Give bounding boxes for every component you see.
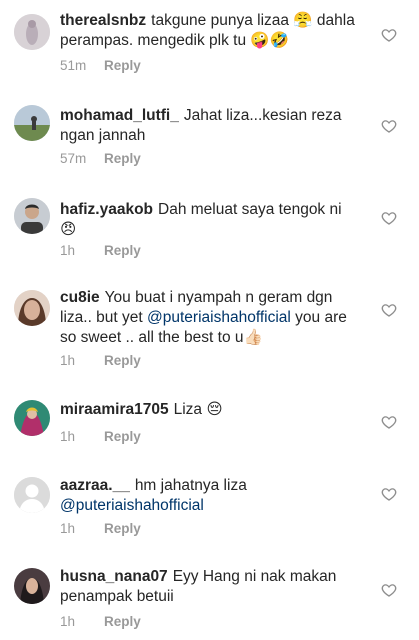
comment-time: 51m [60, 58, 87, 73]
comment-username[interactable]: mohamad_lutfi_ [60, 107, 179, 124]
comment-meta: 57m Reply [60, 151, 141, 166]
comment-time: 1h [60, 243, 76, 258]
comment-username[interactable]: husna_nana07 [60, 568, 168, 585]
like-heart-icon[interactable] [381, 582, 397, 598]
avatar-image [14, 400, 50, 436]
avatar-image [14, 14, 50, 50]
avatar-image [14, 568, 50, 604]
comment-meta: 1h Reply [60, 353, 141, 368]
comment-text-part: hm jahatnya liza [134, 477, 247, 494]
avatar[interactable] [14, 568, 50, 604]
reply-button[interactable]: Reply [104, 521, 141, 536]
like-heart-icon[interactable] [381, 414, 397, 430]
reply-button[interactable]: Reply [104, 151, 141, 166]
comment-time: 1h [60, 353, 76, 368]
mention-link[interactable]: @puteriaishahofficial [147, 309, 291, 326]
reply-button[interactable]: Reply [104, 429, 141, 444]
comment-meta: 1h Reply [60, 521, 141, 536]
comment-body: cu8ie You buat i nyampah n geram dgn liza… [60, 288, 360, 348]
avatar[interactable] [14, 477, 50, 513]
reply-button[interactable]: Reply [104, 353, 141, 368]
comment-meta: 1h Reply [60, 243, 141, 258]
reply-button[interactable]: Reply [104, 614, 141, 629]
avatar[interactable] [14, 400, 50, 436]
comment-meta: 1h Reply [60, 429, 141, 444]
like-heart-icon[interactable] [381, 486, 397, 502]
avatar-image [14, 105, 50, 141]
avatar-image [14, 198, 50, 234]
avatar-image [14, 290, 50, 326]
avatar[interactable] [14, 14, 50, 50]
comment-text: Liza 😔 [173, 401, 223, 418]
comment-time: 1h [60, 614, 76, 629]
comment-username[interactable]: miraamira1705 [60, 401, 169, 418]
comment-body: mohamad_lutfi_ Jahat liza...kesian reza n… [60, 106, 360, 146]
comment-time: 57m [60, 151, 87, 166]
comment-body: hafiz.yaakob Dah meluat saya tengok ni 😠 [60, 200, 360, 240]
comment-meta: 51m Reply [60, 58, 141, 73]
like-heart-icon[interactable] [381, 302, 397, 318]
avatar[interactable] [14, 198, 50, 234]
comment-body: husna_nana07 Eyy Hang ni nak makan penamp… [60, 567, 360, 607]
like-heart-icon[interactable] [381, 27, 397, 43]
like-heart-icon[interactable] [381, 210, 397, 226]
comment-time: 1h [60, 429, 76, 444]
comment-username[interactable]: aazraa.__ [60, 477, 130, 494]
comment-body: miraamira1705 Liza 😔 [60, 400, 360, 420]
comment-body: aazraa.__ hm jahatnya liza @puteriaishaho… [60, 476, 360, 516]
comment-username[interactable]: hafiz.yaakob [60, 201, 153, 218]
like-heart-icon[interactable] [381, 118, 397, 134]
avatar[interactable] [14, 290, 50, 326]
comment-body: therealsnbz takgune punya lizaa 😤 dahla p… [60, 11, 360, 51]
mention-link[interactable]: @puteriaishahofficial [60, 497, 204, 514]
comment-username[interactable]: therealsnbz [60, 12, 146, 29]
comment-time: 1h [60, 521, 76, 536]
reply-button[interactable]: Reply [104, 58, 141, 73]
reply-button[interactable]: Reply [104, 243, 141, 258]
comment-username[interactable]: cu8ie [60, 289, 100, 306]
default-avatar-icon [14, 477, 50, 513]
comment-meta: 1h Reply [60, 614, 141, 629]
avatar[interactable] [14, 105, 50, 141]
